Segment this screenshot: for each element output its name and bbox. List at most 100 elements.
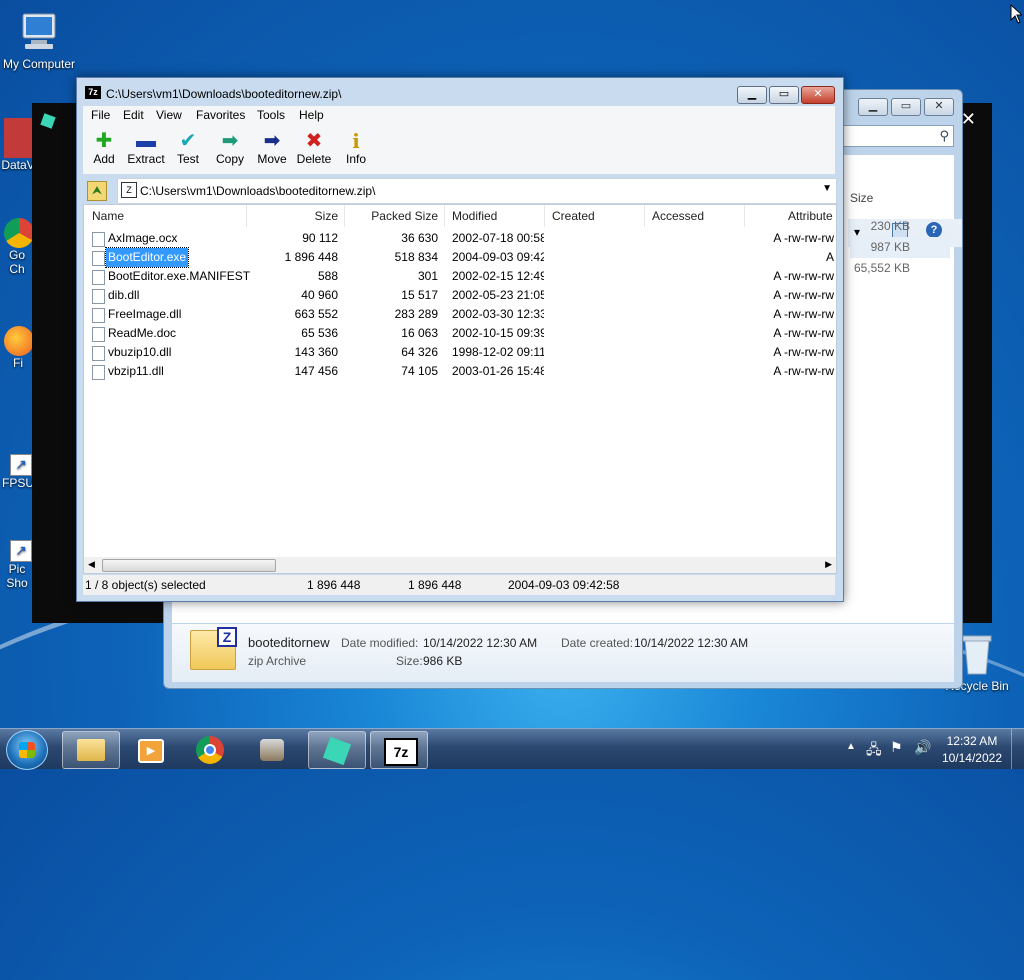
action-center-icon[interactable]: ⚑ bbox=[890, 739, 903, 756]
file-icon bbox=[92, 270, 105, 285]
taskbar-7zip-button[interactable]: 7z bbox=[370, 731, 428, 769]
column-header-accessed[interactable]: Accessed bbox=[646, 205, 745, 227]
file-row[interactable]: vbzip11.dll 147 456 74 105 2003-01-26 15:48… bbox=[84, 362, 836, 381]
move-button[interactable]: ➡ Move bbox=[251, 130, 293, 166]
taskbar-media-player-button[interactable]: ▶ bbox=[122, 731, 178, 767]
menu-view[interactable]: View bbox=[156, 108, 182, 122]
file-row[interactable]: vbuzip10.dll 143 360 64 326 1998-12-02 09:1… bbox=[84, 343, 836, 362]
file-attr: A -rw-rw-rw bbox=[773, 307, 834, 321]
column-header-packed-size[interactable]: Packed Size bbox=[346, 205, 445, 227]
file-list[interactable]: Name Size Packed Size Modified Created A… bbox=[83, 204, 837, 574]
search-input[interactable]: ⚲ bbox=[840, 125, 954, 147]
move-icon: ➡ bbox=[263, 130, 281, 152]
delete-icon: ✖ bbox=[305, 130, 323, 152]
file-attr: A -rw-rw-rw bbox=[773, 364, 834, 378]
desktop-icon-picture-shower[interactable]: ↗ Pic Sho bbox=[0, 540, 36, 590]
firefox-icon bbox=[4, 326, 34, 356]
recycle-bin-icon bbox=[962, 635, 992, 675]
desktop-icon-label: Go Ch bbox=[8, 248, 25, 276]
volume-icon[interactable]: 🔊 bbox=[914, 739, 931, 756]
file-attr: A -rw-rw-rw bbox=[773, 288, 834, 302]
column-header-name[interactable]: Name bbox=[84, 205, 247, 227]
delete-button[interactable]: ✖ Delete bbox=[293, 130, 335, 166]
menu-help[interactable]: Help bbox=[299, 108, 324, 122]
scrollbar-thumb[interactable] bbox=[102, 559, 276, 572]
7zip-icon: 7z bbox=[384, 738, 418, 766]
scroll-left-icon[interactable]: ◀ bbox=[88, 559, 95, 570]
clock-date: 10/14/2022 bbox=[941, 751, 1002, 765]
close-button[interactable]: ✕ bbox=[801, 86, 835, 104]
clock[interactable]: 12:32 AM 10/14/2022 bbox=[942, 733, 1002, 767]
copy-icon: ➡ bbox=[221, 130, 239, 152]
shortcut-icon: ↗ bbox=[10, 454, 32, 476]
extract-label: Extract bbox=[127, 152, 165, 166]
file-row[interactable]: FreeImage.dll 663 552 283 289 2002-03-30 12… bbox=[84, 305, 836, 324]
minimize-button[interactable]: ▁ bbox=[737, 86, 767, 104]
file-size: 147 456 bbox=[294, 364, 338, 378]
column-header-attribute[interactable]: Attribute bbox=[746, 205, 878, 227]
taskbar-app-button[interactable] bbox=[308, 731, 366, 769]
show-desktop-button[interactable] bbox=[1011, 729, 1024, 769]
taskbar-setup-button[interactable] bbox=[244, 731, 300, 767]
show-hidden-icons-icon[interactable]: ▲ bbox=[846, 741, 856, 752]
file-attr: A -rw-rw-rw bbox=[773, 345, 834, 359]
horizontal-scrollbar[interactable]: ◀ ▶ bbox=[84, 557, 836, 573]
column-header-size[interactable]: Size bbox=[246, 205, 345, 227]
menu-favorites[interactable]: Favorites bbox=[196, 108, 245, 122]
close-button[interactable]: ✕ bbox=[924, 98, 954, 116]
file-packed: 36 630 bbox=[401, 231, 438, 245]
address-bar[interactable]: Z C:\Users\vm1\Downloads\booteditornew.z… bbox=[117, 178, 837, 204]
add-label: Add bbox=[93, 152, 115, 166]
add-icon: ✚ bbox=[95, 130, 113, 152]
extract-button[interactable]: ▬ Extract bbox=[125, 130, 167, 166]
copy-label: Copy bbox=[215, 152, 244, 166]
menu-tools[interactable]: Tools bbox=[257, 108, 285, 122]
size-column-header[interactable]: Size bbox=[850, 191, 873, 205]
column-header-modified[interactable]: Modified bbox=[446, 205, 545, 227]
file-icon bbox=[92, 365, 105, 380]
file-name: ReadMe.doc bbox=[108, 326, 177, 340]
archive-icon: Z bbox=[121, 182, 137, 198]
move-label: Move bbox=[257, 152, 287, 166]
maximize-button[interactable]: ▭ bbox=[769, 86, 799, 104]
chevron-down-icon[interactable]: ▼ bbox=[822, 183, 832, 194]
7zip-window[interactable]: 7z C:\Users\vm1\Downloads\booteditornew.… bbox=[76, 77, 844, 602]
file-name: BootEditor.exe.MANIFEST bbox=[108, 269, 251, 283]
file-row[interactable]: dib.dll 40 960 15 517 2002-05-23 21:05 A -rw… bbox=[84, 286, 836, 305]
desktop-icon-chrome[interactable]: Go Ch bbox=[0, 218, 36, 276]
title-bar[interactable]: 7z C:\Users\vm1\Downloads\booteditornew.… bbox=[77, 78, 843, 106]
desktop-icon-fpsu[interactable]: ↗ FPSU bbox=[0, 454, 36, 490]
date-created-value: 10/14/2022 12:30 AM bbox=[634, 636, 749, 650]
start-button[interactable] bbox=[6, 730, 48, 770]
maximize-button[interactable]: ▭ bbox=[891, 98, 921, 116]
menu-file[interactable]: File bbox=[91, 108, 110, 122]
file-row[interactable]: ReadMe.doc 65 536 16 063 2002-10-15 09:39 A … bbox=[84, 324, 836, 343]
file-row[interactable]: BootEditor.exe 1 896 448 518 834 2004-09-03… bbox=[84, 247, 836, 268]
copy-button[interactable]: ➡ Copy bbox=[209, 130, 251, 166]
desktop-icon-my-computer[interactable]: My Computer bbox=[0, 10, 78, 71]
minimize-button[interactable]: ▁ bbox=[858, 98, 888, 116]
column-header-created[interactable]: Created bbox=[546, 205, 645, 227]
size-value: 986 KB bbox=[423, 654, 463, 668]
scroll-right-icon[interactable]: ▶ bbox=[825, 559, 832, 570]
file-name: vbuzip10.dll bbox=[108, 345, 172, 359]
taskbar-explorer-button[interactable] bbox=[62, 731, 120, 769]
desktop-icon-datav[interactable]: DataV bbox=[0, 118, 36, 172]
add-button[interactable]: ✚ Add bbox=[83, 130, 125, 166]
test-button[interactable]: ✔ Test bbox=[167, 130, 209, 166]
file-packed: 283 289 bbox=[394, 307, 438, 321]
menu-edit[interactable]: Edit bbox=[123, 108, 144, 122]
info-button[interactable]: i Info bbox=[335, 130, 377, 166]
network-icon[interactable]: 🖧 bbox=[866, 739, 882, 763]
file-modified: 2003-01-26 15:48 bbox=[452, 364, 544, 378]
status-size: 1 896 448 bbox=[307, 578, 361, 592]
taskbar-chrome-button[interactable] bbox=[182, 731, 238, 767]
file-size: 1 896 448 bbox=[284, 250, 338, 264]
file-size: 588 bbox=[317, 269, 338, 283]
file-row[interactable]: AxImage.ocx 90 112 36 630 2002-07-18 00:58 A… bbox=[84, 229, 836, 248]
desktop-icon-firefox[interactable]: Fi bbox=[0, 326, 36, 370]
file-row[interactable]: BootEditor.exe.MANIFEST 588 301 2002-02-15 … bbox=[84, 267, 836, 286]
up-folder-button[interactable]: ⮝ bbox=[87, 181, 107, 201]
close-icon[interactable]: ✕ bbox=[961, 109, 976, 130]
file-icon bbox=[92, 289, 105, 304]
